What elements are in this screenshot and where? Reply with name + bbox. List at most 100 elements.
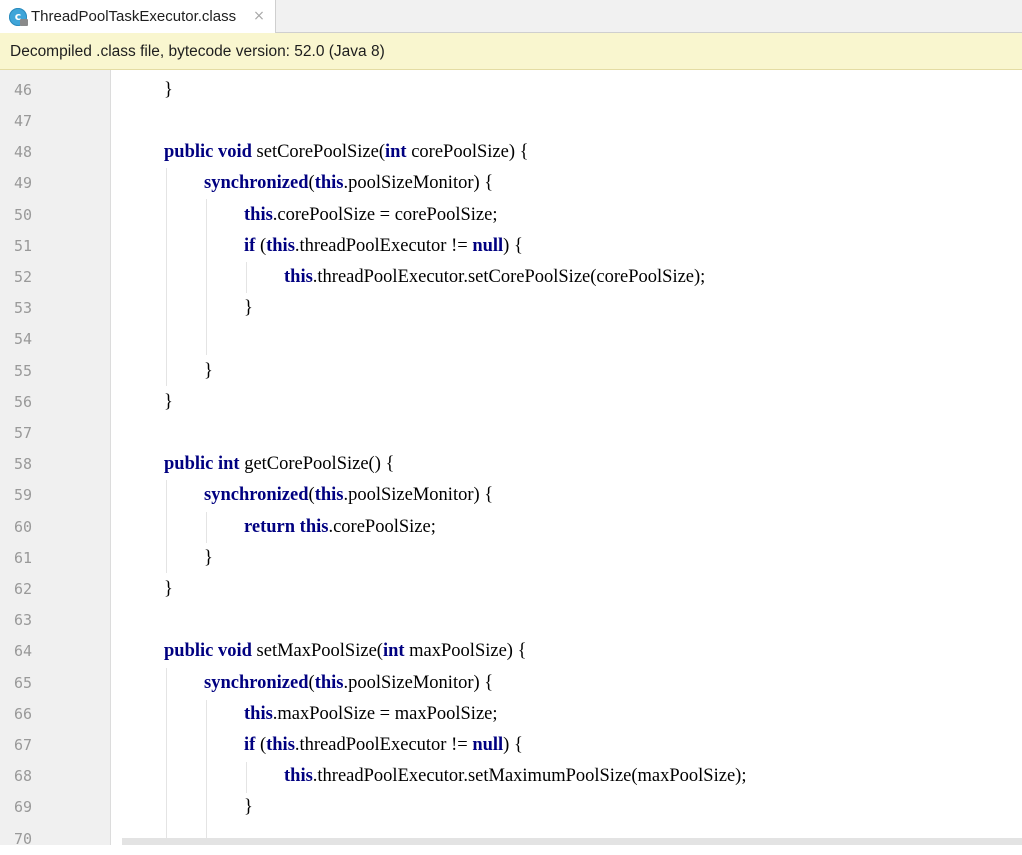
code-token: } bbox=[164, 391, 173, 412]
tab-title: ThreadPoolTaskExecutor.class bbox=[31, 8, 237, 25]
line-number: 52 bbox=[14, 268, 33, 286]
code-token: } bbox=[164, 579, 173, 599]
code-token: .maxPoolSize = maxPoolSize; bbox=[272, 703, 498, 724]
code-text: } bbox=[204, 356, 213, 387]
code-token: .corePoolSize = corePoolSize; bbox=[272, 204, 498, 225]
code-line: 56} bbox=[0, 387, 1022, 418]
indent-guide bbox=[206, 199, 207, 355]
code-token: } bbox=[244, 797, 253, 818]
code-line: 62} bbox=[0, 574, 1022, 605]
code-text: } bbox=[164, 574, 173, 605]
code-token: .threadPoolExecutor != bbox=[294, 235, 473, 256]
keyword-token: public bbox=[164, 454, 214, 475]
code-text: public void setMaxPoolSize(int maxPoolSi… bbox=[164, 636, 526, 667]
keyword-token: this bbox=[266, 735, 295, 755]
code-line: 67 if (this.threadPoolExecutor != null) { bbox=[0, 730, 1022, 761]
keyword-token: this bbox=[314, 173, 344, 194]
code-text: } bbox=[164, 387, 173, 418]
decompiled-notice-banner: Decompiled .class file, bytecode version… bbox=[0, 33, 1022, 70]
code-line: 55} bbox=[0, 356, 1022, 387]
code-text: } bbox=[164, 75, 173, 106]
code-token: .poolSizeMonitor) { bbox=[343, 485, 494, 506]
code-line: 66 this.maxPoolSize = maxPoolSize; bbox=[0, 699, 1022, 730]
keyword-token: this bbox=[299, 516, 329, 537]
code-text: public int getCorePoolSize() { bbox=[164, 449, 394, 480]
code-line: 65 synchronized(this.poolSizeMonitor) { bbox=[0, 668, 1022, 699]
code-line: 63 bbox=[0, 605, 1022, 636]
line-number: 46 bbox=[14, 80, 33, 99]
code-token: .poolSizeMonitor) { bbox=[343, 672, 494, 693]
keyword-token: null bbox=[472, 235, 504, 256]
line-number: 50 bbox=[14, 205, 33, 224]
code-line: 47 bbox=[0, 106, 1022, 137]
code-line: 61} bbox=[0, 543, 1022, 574]
keyword-token: synchronized bbox=[204, 173, 309, 194]
code-token: .threadPoolExecutor.setMaximumPoolSize(m… bbox=[312, 766, 747, 787]
keyword-token: void bbox=[217, 142, 252, 163]
code-line: 64 public void setMaxPoolSize(int maxPool… bbox=[0, 636, 1022, 667]
horizontal-scrollbar[interactable] bbox=[122, 838, 1022, 845]
indent-guide bbox=[206, 700, 207, 845]
code-line: 51 if (this.threadPoolExecutor != null) { bbox=[0, 231, 1022, 262]
code-token: .corePoolSize; bbox=[328, 516, 436, 537]
code-line: 60 return this.corePoolSize; bbox=[0, 512, 1022, 543]
line-number: 49 bbox=[14, 174, 33, 193]
code-token: ) { bbox=[503, 735, 523, 755]
code-line: 68 this.threadPoolExecutor.setMaximumPool… bbox=[0, 761, 1022, 792]
code-text: public void setCorePoolSize(int corePool… bbox=[164, 137, 529, 168]
line-number: 47 bbox=[14, 112, 33, 130]
code-text: } bbox=[204, 543, 213, 574]
indent-guide bbox=[246, 262, 247, 293]
keyword-token: synchronized bbox=[204, 485, 309, 506]
code-line: 48 public void setCorePoolSize(int corePo… bbox=[0, 137, 1022, 168]
keyword-token: public bbox=[164, 142, 214, 163]
line-number: 64 bbox=[14, 642, 33, 661]
code-token: .poolSizeMonitor) { bbox=[343, 173, 494, 194]
code-token: .threadPoolExecutor != bbox=[294, 735, 473, 755]
keyword-token: this bbox=[284, 766, 313, 787]
line-number: 66 bbox=[14, 704, 33, 723]
line-number: 59 bbox=[14, 486, 33, 505]
keyword-token: this bbox=[284, 267, 313, 287]
code-token: } bbox=[244, 298, 253, 319]
code-token: getCorePoolSize() { bbox=[239, 454, 395, 475]
line-number: 62 bbox=[14, 580, 33, 598]
indent-guide bbox=[166, 480, 167, 573]
code-token: ) { bbox=[503, 235, 523, 256]
close-tab-icon[interactable]: × bbox=[252, 5, 266, 27]
code-line: 49 synchronized(this.poolSizeMonitor) { bbox=[0, 168, 1022, 199]
code-token: ( bbox=[255, 735, 267, 755]
line-number: 61 bbox=[14, 548, 33, 567]
code-line: 52 this.threadPoolExecutor.setCorePoolSiz… bbox=[0, 262, 1022, 293]
code-token: } bbox=[204, 360, 213, 381]
keyword-token: public bbox=[164, 641, 214, 662]
read-only-lock-icon bbox=[20, 19, 28, 26]
keyword-token: synchronized bbox=[204, 672, 309, 693]
keyword-token: if bbox=[244, 735, 256, 755]
code-line: 69} bbox=[0, 792, 1022, 823]
keyword-token: int bbox=[382, 641, 405, 662]
code-text: this.threadPoolExecutor.setMaximumPoolSi… bbox=[284, 761, 746, 792]
line-number: 54 bbox=[14, 330, 33, 349]
indent-guide bbox=[206, 512, 207, 543]
indent-guide bbox=[166, 668, 167, 845]
indent-guide bbox=[246, 762, 247, 793]
code-token: corePoolSize) { bbox=[406, 142, 529, 163]
code-text: if (this.threadPoolExecutor != null) { bbox=[244, 231, 523, 262]
keyword-token: this bbox=[244, 204, 273, 225]
line-number: 69 bbox=[14, 798, 33, 817]
keyword-token: void bbox=[217, 641, 252, 662]
line-number: 70 bbox=[14, 829, 33, 848]
code-token: ( bbox=[255, 235, 267, 256]
indent-guide bbox=[166, 168, 167, 386]
editor-tab[interactable]: c ThreadPoolTaskExecutor.class × bbox=[0, 0, 276, 33]
code-line: 58 public int getCorePoolSize() { bbox=[0, 449, 1022, 480]
line-number: 56 bbox=[14, 392, 33, 411]
code-text: synchronized(this.poolSizeMonitor) { bbox=[204, 668, 493, 699]
line-number: 53 bbox=[14, 299, 33, 318]
code-token: maxPoolSize) { bbox=[404, 641, 527, 662]
code-line: 53} bbox=[0, 293, 1022, 324]
line-number: 68 bbox=[14, 767, 33, 786]
keyword-token: if bbox=[244, 235, 256, 256]
code-text: } bbox=[244, 293, 253, 324]
